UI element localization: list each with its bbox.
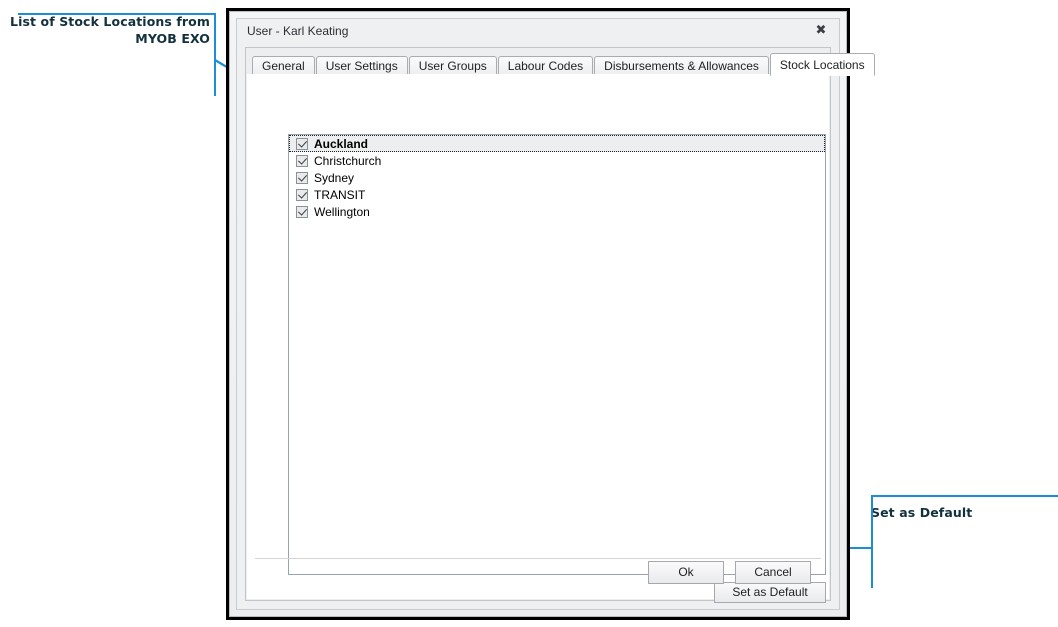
tab-strip: General User Settings User Groups Labour… — [252, 52, 875, 76]
tab-stock-locations[interactable]: Stock Locations — [769, 53, 875, 76]
tab-panel: General User Settings User Groups Labour… — [245, 47, 875, 603]
dialog-body: User - Karl Keating ✖ General User Setti… — [236, 18, 875, 610]
list-item[interactable]: Wellington — [289, 203, 825, 220]
close-icon[interactable]: ✖ — [811, 22, 831, 40]
annotation-stock-locations-label: List of Stock Locations from MYOB EXO — [10, 14, 210, 46]
annotation-right-bracket-vertical — [871, 495, 873, 588]
annotation-set-as-default-label: Set as Default — [871, 505, 973, 520]
checkbox-icon[interactable] — [296, 137, 308, 150]
checkbox-icon[interactable] — [296, 154, 308, 167]
tab-labour-codes[interactable]: Labour Codes — [497, 56, 594, 75]
divider — [255, 558, 821, 559]
cancel-button[interactable]: Cancel — [735, 561, 811, 584]
list-item-label: Wellington — [314, 204, 370, 219]
checkbox-icon[interactable] — [296, 171, 308, 184]
list-item[interactable]: Auckland — [289, 135, 825, 152]
list-item[interactable]: TRANSIT — [289, 186, 825, 203]
ok-button[interactable]: Ok — [648, 561, 724, 584]
dialog-button-bar: Ok Cancel — [248, 561, 828, 591]
checkbox-icon[interactable] — [296, 205, 308, 218]
list-item-label: Auckland — [314, 136, 369, 151]
stock-locations-list[interactable]: Auckland Christchurch Sydney TRANSIT Wel… — [288, 134, 826, 575]
tab-content-stock-locations: Auckland Christchurch Sydney TRANSIT Wel… — [247, 74, 829, 603]
annotation-left-bracket-top — [18, 13, 216, 15]
tab-user-settings[interactable]: User Settings — [315, 56, 408, 75]
list-item-label: Sydney — [314, 170, 355, 185]
tab-disbursements-and-allowances[interactable]: Disbursements & Allowances — [594, 56, 769, 75]
dialog-title-bar: User - Karl Keating ✖ — [237, 19, 839, 45]
list-item-label: TRANSIT — [314, 187, 366, 202]
user-dialog-window: User - Karl Keating ✖ General User Setti… — [226, 8, 875, 620]
list-item[interactable]: Sydney — [289, 169, 825, 186]
tab-user-groups[interactable]: User Groups — [408, 56, 497, 75]
list-item[interactable]: Christchurch — [289, 152, 825, 169]
list-item-label: Christchurch — [314, 153, 382, 168]
dialog-title: User - Karl Keating — [247, 24, 349, 38]
dialog-frame: User - Karl Keating ✖ General User Setti… — [229, 11, 875, 617]
tab-general[interactable]: General — [252, 56, 315, 75]
checkbox-icon[interactable] — [296, 188, 308, 201]
annotation-right-bracket-top — [871, 495, 1058, 497]
